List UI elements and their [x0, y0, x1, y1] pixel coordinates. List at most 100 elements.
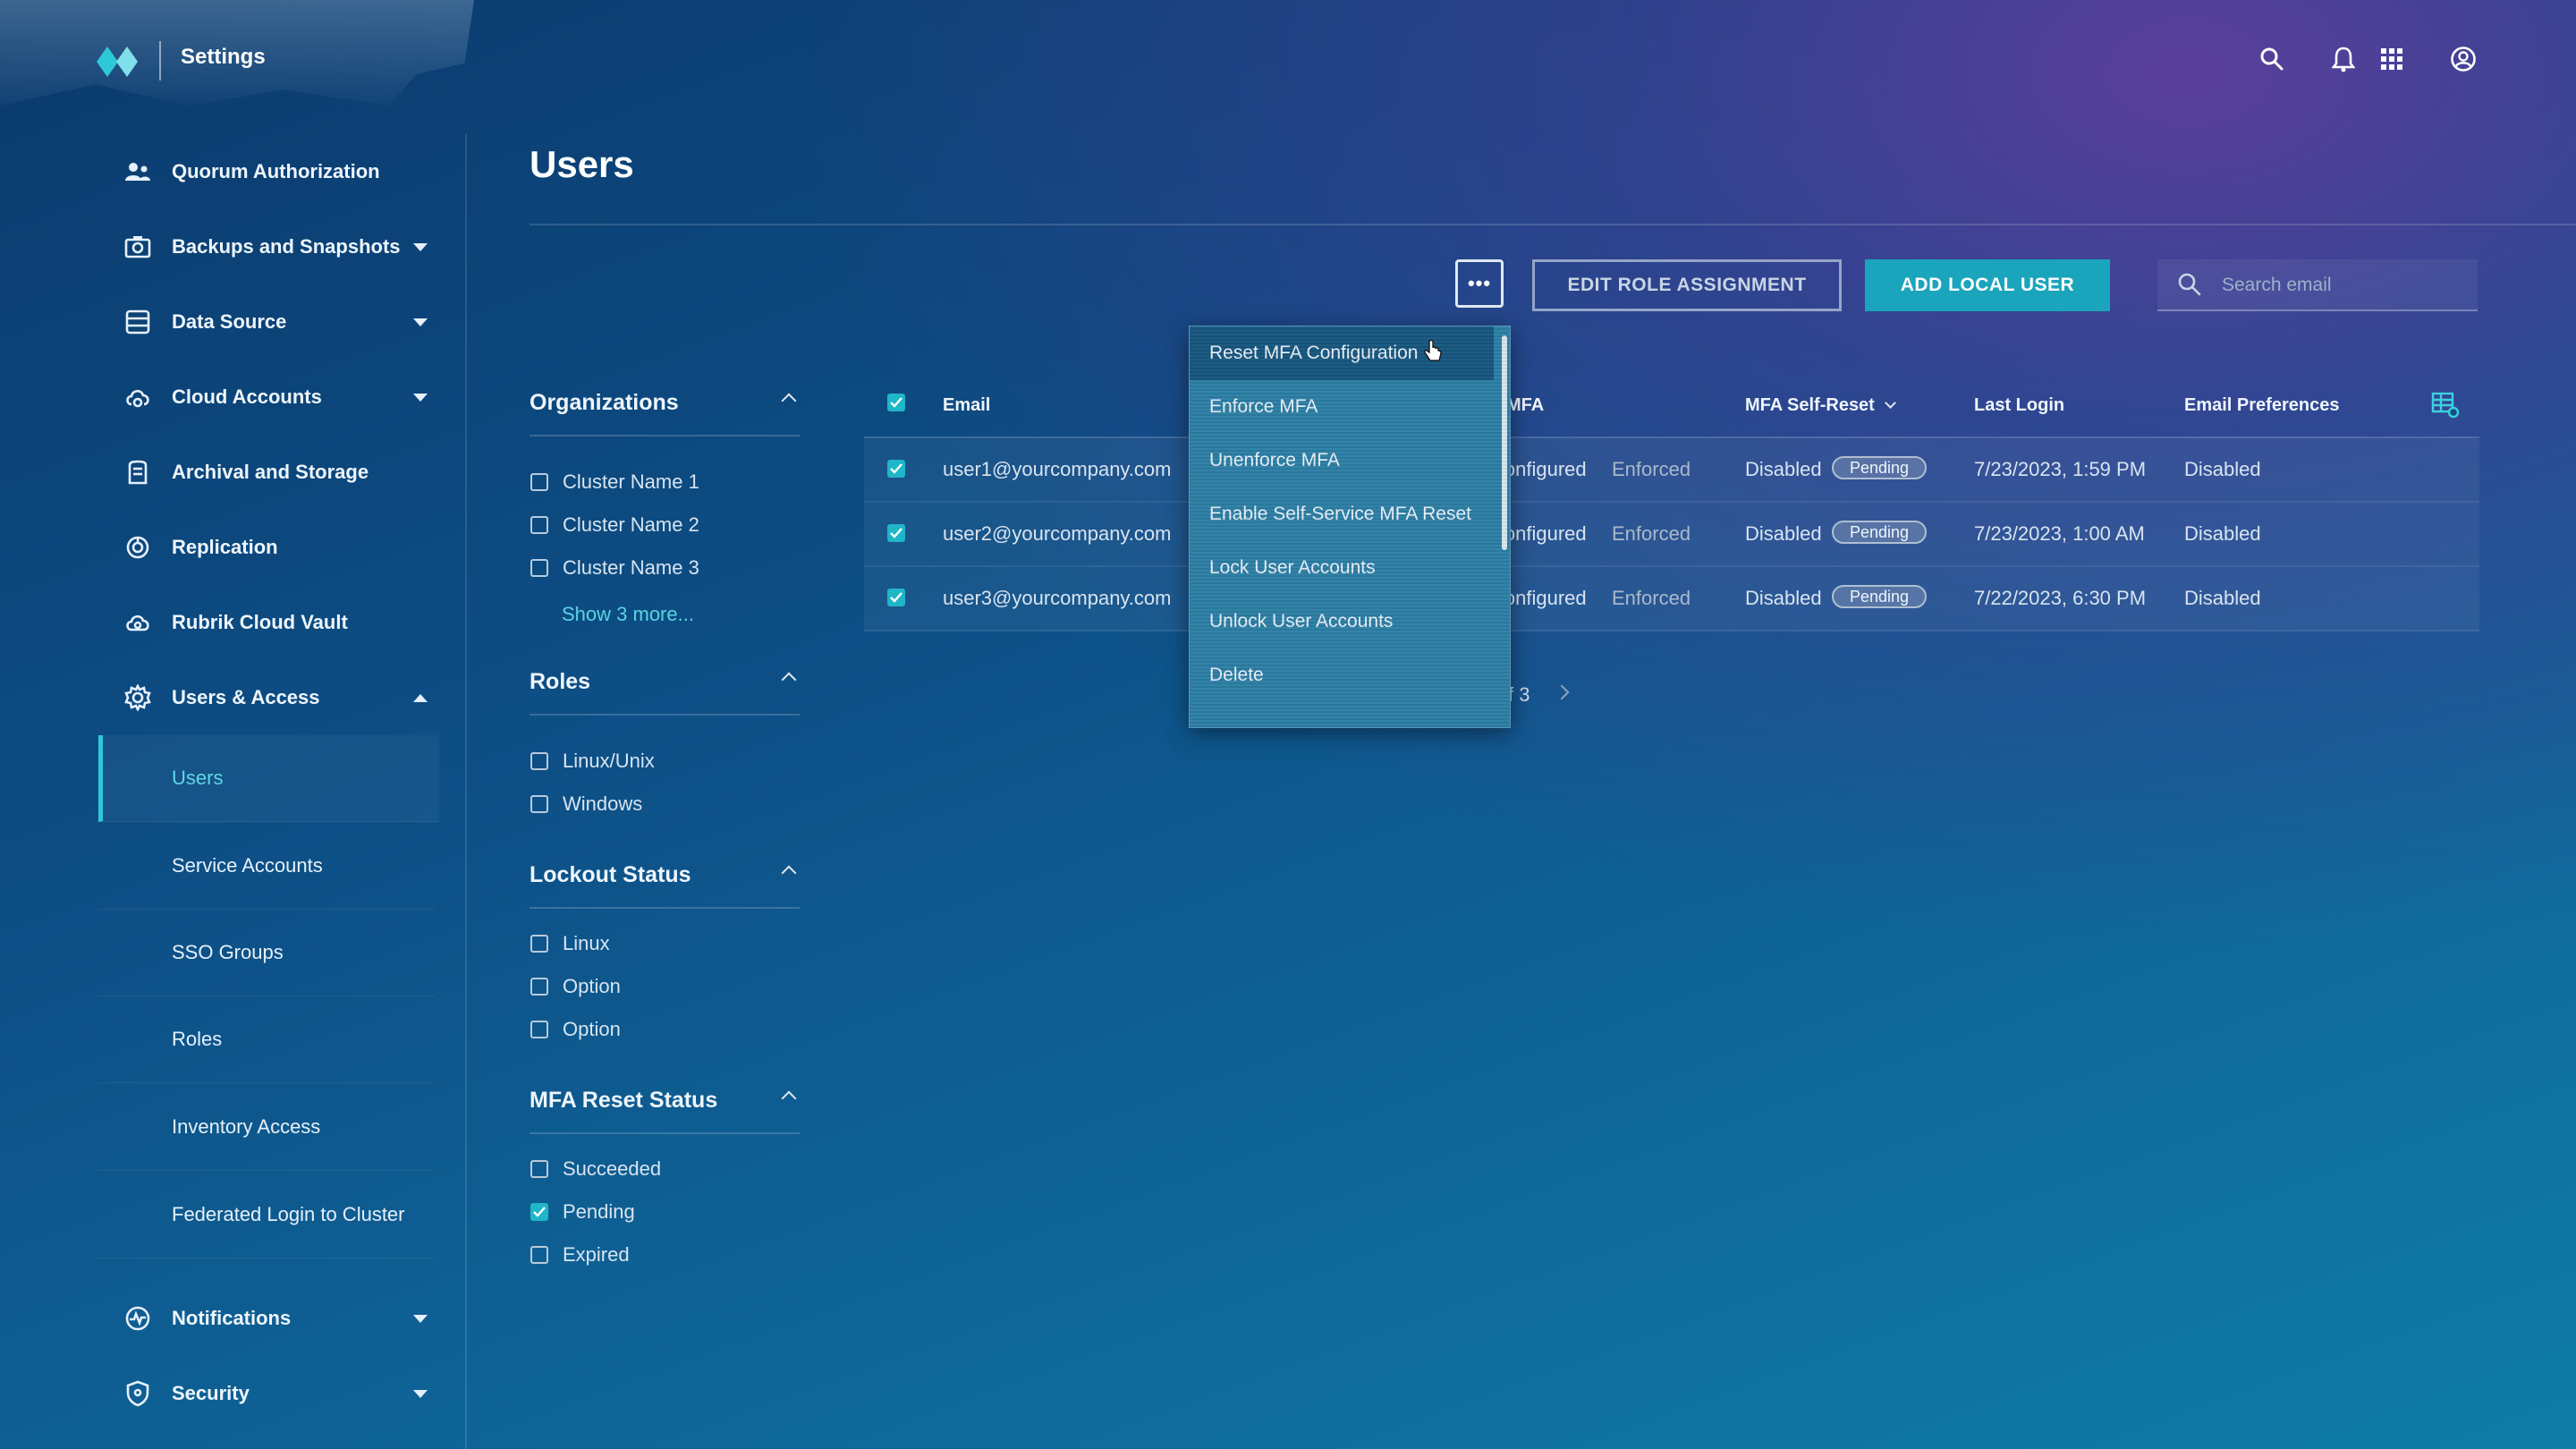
sidebar-subitem-roles[interactable]: Roles	[98, 996, 435, 1083]
column-email[interactable]: Email	[943, 395, 990, 416]
sidebar-subitem-sso-groups[interactable]: SSO Groups	[98, 910, 435, 996]
sidebar-item-label: Data Source	[172, 310, 287, 333]
row-checkbox[interactable]	[887, 524, 905, 542]
sidebar-item-security[interactable]: Security	[123, 1367, 428, 1420]
filter-mfa-reset-heading[interactable]: MFA Reset Status	[530, 1088, 800, 1114]
archive-icon	[123, 458, 152, 487]
chevron-up-icon[interactable]	[781, 1090, 797, 1106]
checkbox-checked[interactable]	[530, 1203, 548, 1221]
filter-option[interactable]: Cluster Name 3	[530, 556, 699, 580]
chevron-down-icon[interactable]	[413, 318, 428, 326]
checkbox[interactable]	[530, 473, 548, 491]
filter-option[interactable]: Pending	[530, 1200, 635, 1224]
menu-item-enforce-mfa[interactable]: Enforce MFA	[1190, 380, 1494, 434]
checkbox[interactable]	[530, 752, 548, 770]
menu-item-unenforce-mfa[interactable]: Unenforce MFA	[1190, 434, 1494, 487]
row-checkbox[interactable]	[887, 589, 905, 606]
checkbox[interactable]	[530, 978, 548, 996]
filter-option[interactable]: Windows	[530, 792, 642, 816]
select-all-checkbox[interactable]	[887, 394, 905, 411]
filter-option[interactable]: Cluster Name 2	[530, 513, 699, 537]
menu-item-reset-mfa[interactable]: Reset MFA Configuration	[1190, 326, 1494, 380]
sidebar-item-cloud-accounts[interactable]: Cloud Accounts	[123, 370, 428, 424]
menu-scrollbar[interactable]	[1502, 335, 1507, 550]
sidebar-item-label: Archival and Storage	[172, 461, 369, 483]
show-more-link[interactable]: Show 3 more...	[562, 603, 694, 626]
sidebar-item-label: Quorum Authorization	[172, 160, 380, 182]
checkbox[interactable]	[530, 795, 548, 813]
chevron-down-icon[interactable]	[413, 1314, 428, 1323]
sidebar-item-label: Replication	[172, 536, 278, 558]
cell-last-login: 7/23/2023, 1:59 PM	[1974, 458, 2147, 480]
filter-option[interactable]: Cluster Name 1	[530, 470, 699, 494]
filter-option[interactable]: Option	[530, 975, 621, 998]
search-input[interactable]	[2220, 259, 2474, 311]
filter-option[interactable]: Succeeded	[530, 1157, 661, 1181]
checkbox[interactable]	[530, 1246, 548, 1264]
sidebar-item-archival-and-storage[interactable]: Archival and Storage	[123, 445, 428, 499]
checkbox[interactable]	[530, 1021, 548, 1038]
sidebar-item-users-and-access[interactable]: Users & Access	[123, 671, 428, 724]
sidebar-item-replication[interactable]: Replication	[123, 521, 428, 574]
menu-item-enable-self-service-reset[interactable]: Enable Self-Service MFA Reset	[1190, 487, 1494, 541]
row-checkbox[interactable]	[887, 460, 905, 478]
more-actions-button[interactable]: •••	[1455, 259, 1504, 308]
bell-icon[interactable]	[2326, 41, 2361, 77]
filter-lockout-heading[interactable]: Lockout Status	[530, 862, 800, 888]
search-email-box[interactable]	[2157, 259, 2478, 311]
column-mfa[interactable]: MFA	[1506, 395, 1544, 416]
filter-option[interactable]: Linux	[530, 932, 610, 955]
sidebar-subitem-federated-login[interactable]: Federated Login to Cluster	[98, 1172, 435, 1258]
sidebar-subitem-service-accounts[interactable]: Service Accounts	[98, 823, 435, 910]
sidebar-item-data-source[interactable]: Data Source	[123, 295, 428, 349]
checkbox[interactable]	[530, 1160, 548, 1178]
menu-item-delete[interactable]: Delete	[1190, 648, 1494, 702]
filter-option[interactable]: Expired	[530, 1243, 630, 1267]
cell-self-reset: Disabled	[1745, 587, 1822, 609]
filter-roles-heading[interactable]: Roles	[530, 669, 800, 695]
menu-item-unlock-accounts[interactable]: Unlock User Accounts	[1190, 595, 1494, 648]
chevron-down-icon[interactable]	[413, 393, 428, 402]
cell-mfa-status: Enforced	[1612, 522, 1691, 545]
filter-option[interactable]: Option	[530, 1018, 621, 1041]
sidebar-item-backups-and-snapshots[interactable]: Backups and Snapshots	[123, 220, 428, 274]
sidebar-item-rubrik-cloud-vault[interactable]: Rubrik Cloud Vault	[123, 596, 428, 649]
table-row[interactable]: user1@yourcompany.com Configured Enforce…	[864, 438, 2479, 503]
table-row[interactable]: user2@yourcompany.com Configured Enforce…	[864, 503, 2479, 567]
chevron-up-icon[interactable]	[413, 693, 428, 702]
sidebar-item-quorum-authorization[interactable]: Quorum Authorization	[123, 145, 428, 199]
chevron-up-icon[interactable]	[781, 672, 797, 688]
checkbox[interactable]	[530, 935, 548, 953]
column-mfa-self-reset[interactable]: MFA Self-Reset	[1745, 395, 1897, 416]
user-circle-icon[interactable]	[2445, 41, 2481, 77]
chevron-down-icon[interactable]	[413, 242, 428, 251]
chevron-right-icon[interactable]	[1554, 684, 1570, 700]
grid-icon[interactable]	[2374, 41, 2410, 77]
rubrik-logo-icon[interactable]	[97, 47, 138, 77]
search-icon[interactable]	[2254, 41, 2290, 77]
checkbox[interactable]	[530, 516, 548, 534]
title-divider	[530, 224, 2576, 225]
chevron-up-icon[interactable]	[781, 865, 797, 881]
column-settings-icon[interactable]	[2431, 392, 2460, 419]
menu-item-lock-accounts[interactable]: Lock User Accounts	[1190, 541, 1494, 595]
edit-role-assignment-button[interactable]: EDIT ROLE ASSIGNMENT	[1532, 259, 1842, 311]
column-last-login[interactable]: Last Login	[1974, 395, 2064, 416]
checkbox[interactable]	[530, 559, 548, 577]
filter-organizations-heading[interactable]: Organizations	[530, 390, 800, 416]
chevron-down-icon[interactable]	[413, 1389, 428, 1398]
sidebar-item-notifications[interactable]: Notifications	[123, 1292, 428, 1345]
cell-self-reset: Disabled	[1745, 458, 1822, 480]
status-badge: Pending	[1832, 585, 1928, 608]
chevron-up-icon[interactable]	[781, 393, 797, 409]
cell-email: user3@yourcompany.com	[943, 587, 1172, 609]
table-row[interactable]: user3@yourcompany.com Configured Enforce…	[864, 567, 2479, 631]
add-local-user-button[interactable]: ADD LOCAL USER	[1865, 259, 2110, 311]
cloud-vault-icon	[123, 608, 152, 637]
column-email-preferences[interactable]: Email Preferences	[2184, 395, 2339, 416]
filter-option[interactable]: Linux/Unix	[530, 750, 655, 773]
sidebar-subitem-users[interactable]: Users	[98, 735, 439, 822]
page-title: Users	[530, 143, 634, 185]
cell-email: user2@yourcompany.com	[943, 522, 1172, 545]
sidebar-subitem-inventory-access[interactable]: Inventory Access	[98, 1084, 435, 1171]
